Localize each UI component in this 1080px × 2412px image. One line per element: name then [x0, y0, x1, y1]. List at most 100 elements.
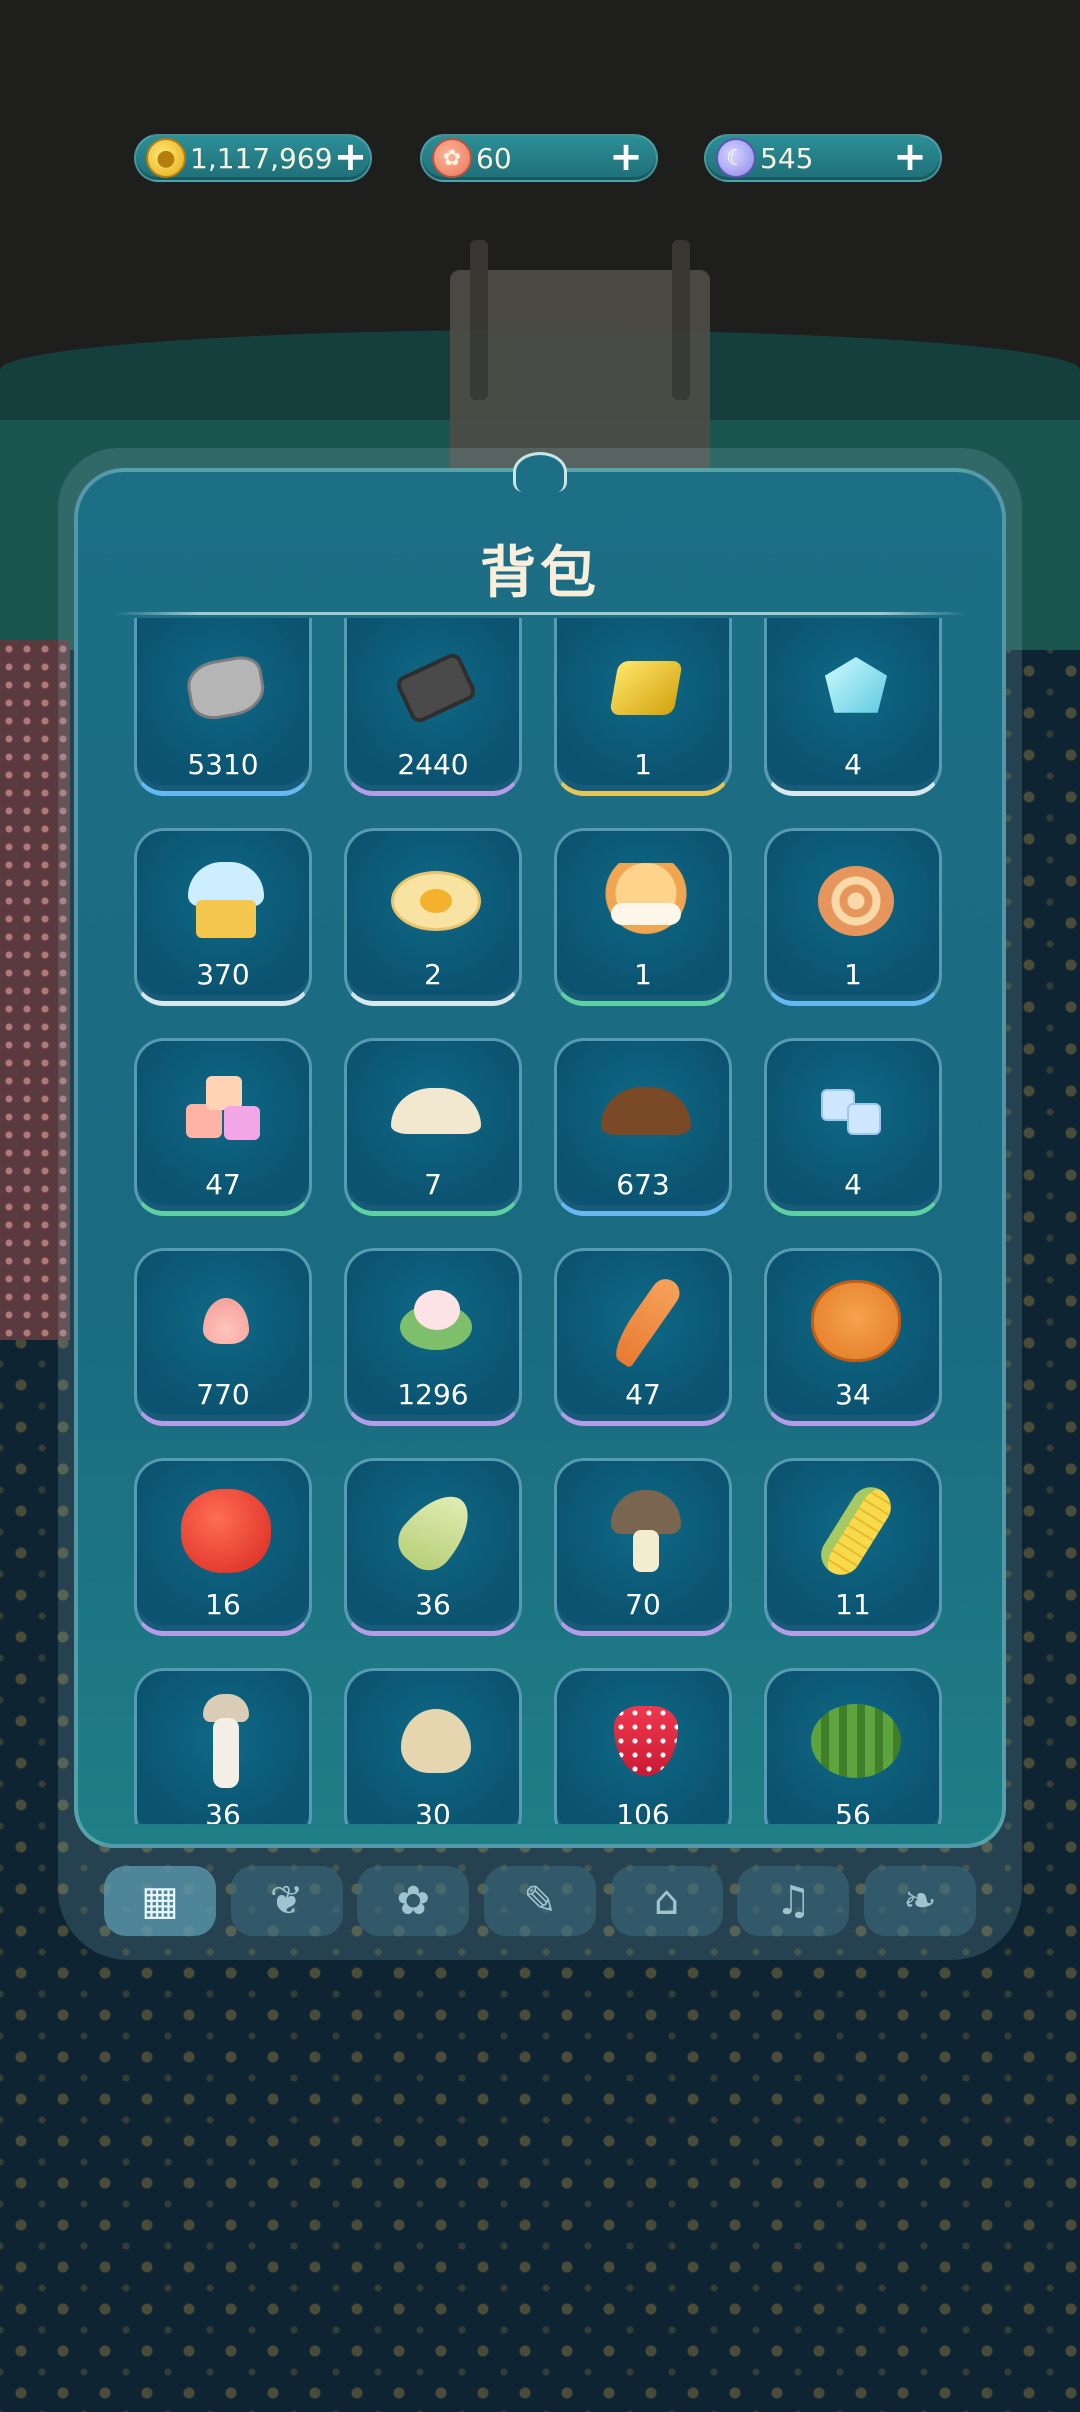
item-slot-cream[interactable]: 770	[134, 1248, 312, 1426]
pumpkin-icon	[811, 1280, 901, 1362]
item-count: 2	[424, 958, 442, 991]
item-slot-ice-cubes[interactable]: 4	[764, 1038, 942, 1216]
mushroom-icon	[601, 1490, 691, 1572]
item-slot-stone[interactable]: 5310	[134, 618, 312, 796]
moon-icon: ☾	[716, 138, 756, 178]
item-slot-watermelon[interactable]: 56	[764, 1668, 942, 1824]
item-slot-cabbage[interactable]: 1296	[344, 1248, 522, 1426]
item-grid: 5310 2440 1 4 370 2 1 1 47 7 673 4 770 1296 47 34 16 36 70…	[134, 618, 942, 1824]
item-count: 47	[205, 1168, 241, 1201]
item-slot-sugar-cubes[interactable]: 47	[134, 1038, 312, 1216]
item-slot-king-oyster-mushroom[interactable]: 36	[134, 1668, 312, 1824]
heart-value: 60	[476, 141, 512, 175]
panel-title: 背包	[480, 541, 600, 606]
item-slot-swiss-roll[interactable]: 1	[764, 828, 942, 1006]
flower-icon: ✿	[396, 1878, 431, 1924]
item-slot-garlic[interactable]: 30	[344, 1668, 522, 1824]
flour-icon	[391, 1071, 481, 1151]
pet-icon: ❧	[903, 1878, 937, 1924]
add-moons-button[interactable]: +	[892, 137, 928, 177]
tab-music[interactable]: ♫	[737, 1866, 850, 1936]
cabbage-icon	[391, 1281, 481, 1361]
soil-icon	[601, 1071, 691, 1151]
swiss-roll-icon	[811, 861, 901, 941]
item-count: 4	[844, 748, 862, 781]
item-slot-mushroom[interactable]: 70	[554, 1458, 732, 1636]
moon-ornament-icon	[513, 452, 567, 492]
item-count: 7	[424, 1168, 442, 1201]
item-count: 56	[835, 1798, 871, 1824]
bamboo-shoot-icon	[388, 1482, 484, 1580]
tab-flowers[interactable]: ✿	[357, 1866, 470, 1936]
item-count: 1	[634, 748, 652, 781]
frosted-cake-icon	[181, 861, 271, 941]
item-slot-carrot[interactable]: 47	[554, 1248, 732, 1426]
item-count: 70	[625, 1588, 661, 1621]
gold-nugget-icon	[601, 648, 691, 728]
garlic-icon	[391, 1701, 481, 1781]
watermelon-icon	[811, 1701, 901, 1781]
item-slot-soil[interactable]: 673	[554, 1038, 732, 1216]
corn-icon	[811, 1479, 901, 1583]
item-slot-fried-egg[interactable]: 2	[344, 828, 522, 1006]
item-count: 11	[835, 1588, 871, 1621]
coin-counter: ● 1,117,969 +	[134, 134, 372, 182]
item-slot-bamboo-shoot[interactable]: 36	[344, 1458, 522, 1636]
coin-value: 1,117,969	[190, 141, 333, 175]
item-count: 770	[196, 1378, 250, 1411]
item-count: 4	[844, 1168, 862, 1201]
tab-plants[interactable]: ❦	[230, 1866, 343, 1936]
item-slot-tomato[interactable]: 16	[134, 1458, 312, 1636]
item-slot-corn[interactable]: 11	[764, 1458, 942, 1636]
sugar-cubes-icon	[181, 1071, 271, 1151]
item-slot-gold-nugget[interactable]: 1	[554, 618, 732, 796]
strawberry-icon	[601, 1701, 691, 1781]
item-slot-crystal[interactable]: 4	[764, 618, 942, 796]
item-count: 36	[205, 1798, 241, 1824]
music-icon: ♫	[775, 1878, 812, 1924]
heart-counter: ✿ 60 +	[420, 134, 658, 182]
fried-egg-icon	[391, 861, 481, 941]
coin-icon: ●	[146, 138, 186, 178]
cream-icon	[181, 1281, 271, 1361]
item-slot-strawberry[interactable]: 106	[554, 1668, 732, 1824]
tab-pets[interactable]: ❧	[863, 1866, 976, 1936]
item-count: 36	[415, 1588, 451, 1621]
carrot-icon	[601, 1273, 691, 1369]
title-divider	[114, 612, 966, 615]
item-count: 1	[634, 958, 652, 991]
tools-icon: ✎	[523, 1878, 557, 1924]
tab-tools[interactable]: ✎	[483, 1866, 596, 1936]
add-coins-button[interactable]: +	[333, 137, 369, 177]
item-count: 5310	[187, 748, 259, 781]
item-slot-frosted-cake[interactable]: 370	[134, 828, 312, 1006]
tab-all[interactable]: ▦	[104, 1866, 216, 1936]
crystal-icon	[811, 648, 901, 728]
heart-face-icon: ✿	[432, 138, 472, 178]
item-count: 16	[205, 1588, 241, 1621]
item-count: 106	[616, 1798, 670, 1824]
item-slot-coal[interactable]: 2440	[344, 618, 522, 796]
cream-puff-icon	[601, 861, 691, 941]
item-count: 2440	[397, 748, 469, 781]
item-count: 1296	[397, 1378, 469, 1411]
add-hearts-button[interactable]: +	[608, 137, 644, 177]
item-grid-scroll[interactable]: 5310 2440 1 4 370 2 1 1 47 7 673 4 770 1296 47 34 16 36 70…	[114, 618, 966, 1824]
item-count: 370	[196, 958, 250, 991]
item-count: 1	[844, 958, 862, 991]
item-count: 30	[415, 1798, 451, 1824]
moon-value: 545	[760, 141, 814, 175]
sprout-icon: ❦	[269, 1878, 304, 1924]
king-oyster-mushroom-icon	[181, 1694, 271, 1788]
item-slot-cream-puff[interactable]: 1	[554, 828, 732, 1006]
item-count: 673	[616, 1168, 670, 1201]
ice-cubes-icon	[811, 1071, 901, 1151]
item-count: 47	[625, 1378, 661, 1411]
stone-icon	[181, 648, 271, 728]
coal-icon	[391, 648, 481, 728]
hanger-icon: ⌂	[653, 1878, 680, 1924]
category-tab-bar: ▦ ❦ ✿ ✎ ⌂ ♫ ❧	[104, 1866, 976, 1946]
tab-clothing[interactable]: ⌂	[610, 1866, 723, 1936]
item-slot-flour[interactable]: 7	[344, 1038, 522, 1216]
item-slot-pumpkin[interactable]: 34	[764, 1248, 942, 1426]
